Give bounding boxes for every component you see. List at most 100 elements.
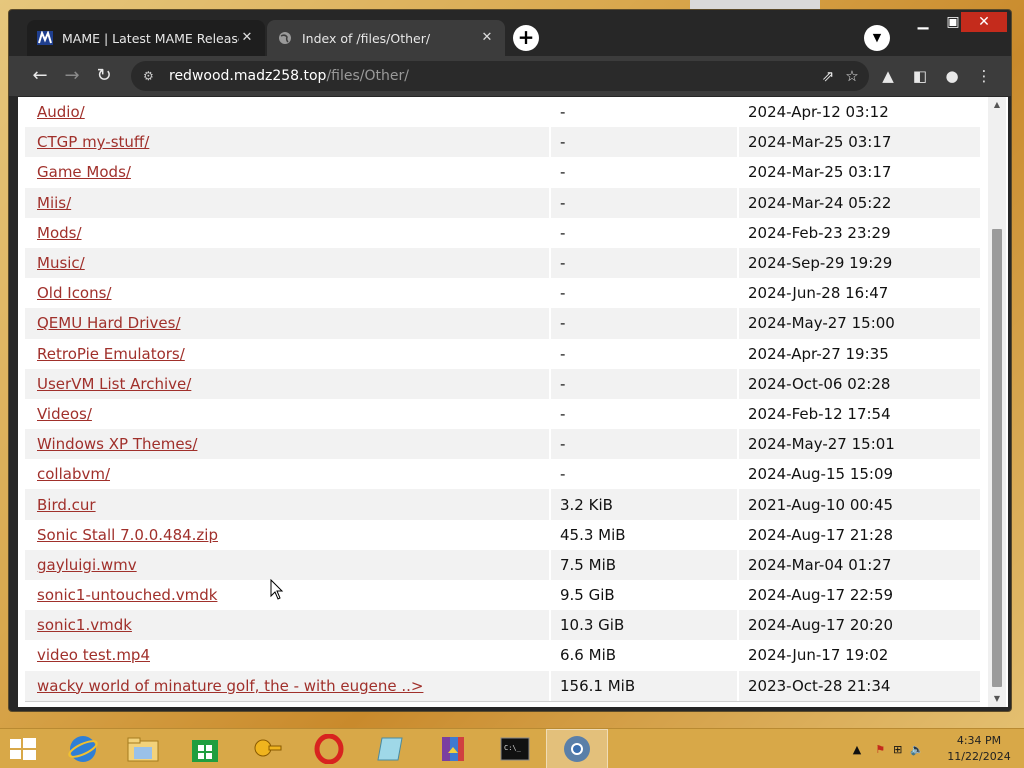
file-date-cell: 2024-Mar-24 05:22 [748,193,892,212]
close-window-button[interactable]: ✕ [961,12,1007,32]
table-row: Mods/ -2024-Feb-23 23:29 [25,217,980,248]
file-link[interactable]: Audio/ [37,103,85,121]
taskbar-opera[interactable] [298,729,360,768]
file-link[interactable]: Videos/ [37,405,92,423]
table-bottom-border [25,701,980,702]
file-size-cell: 45.3 MiB [549,519,739,550]
file-name-cell: sonic1-untouched.vmdk [25,580,549,610]
file-link[interactable]: Music/ [37,254,85,272]
vertical-scrollbar[interactable]: ▲ ▼ [988,97,1006,707]
side-panel-button[interactable]: ◧ [909,63,931,89]
file-link[interactable]: wacky world of minature golf, the - with… [37,677,423,695]
file-link[interactable]: sonic1.vmdk [37,616,132,634]
flask-icon: ▲ [882,67,894,85]
file-size-cell: - [549,217,739,248]
tab-search-button[interactable]: ▼ [864,25,890,51]
menu-button[interactable]: ⋮ [973,63,995,89]
reload-button[interactable]: ↻ [91,63,117,89]
start-button[interactable] [8,736,38,762]
plus-icon: + [517,25,535,49]
file-link[interactable]: Mods/ [37,224,82,242]
tab-close-icon[interactable]: ✕ [479,30,495,46]
bookmark-button[interactable]: ☆ [841,63,863,89]
file-link[interactable]: Miis/ [37,194,71,212]
file-name-cell: UserVM List Archive/ [25,369,549,399]
file-link[interactable]: UserVM List Archive/ [37,375,191,393]
opera-icon [314,734,344,764]
file-link[interactable]: Windows XP Themes/ [37,435,197,453]
share-button[interactable]: ⇗ [817,63,839,89]
file-name-cell: RetroPie Emulators/ [25,339,549,369]
file-date-cell: 2024-Apr-12 03:12 [748,103,889,122]
file-name-cell: Videos/ [25,399,549,429]
file-link[interactable]: gayluigi.wmv [37,556,137,574]
url-path: /files/Other/ [326,68,409,84]
taskbar-store[interactable] [174,729,236,768]
table-row: Old Icons/ -2024-Jun-28 16:47 [25,278,980,309]
taskbar-command-prompt[interactable]: C:\_ [484,729,546,768]
table-row: gayluigi.wmv 7.5 MiB 2024-Mar-04 01:27 [25,549,980,580]
url-host: redwood.madz258.top [169,68,327,84]
file-date-cell: 2024-Aug-17 22:59 [748,586,894,605]
tab-close-icon[interactable]: ✕ [239,30,255,46]
chevron-down-icon: ▼ [872,31,882,44]
taskbar-clock[interactable]: 4:34 PM 11/22/2024 [944,733,1014,765]
action-center-flag-icon[interactable]: ⚑ [875,743,885,756]
file-link[interactable]: Sonic Stall 7.0.0.484.zip [37,526,218,544]
file-date-cell: 2024-Mar-25 03:17 [748,133,892,152]
profile-button[interactable]: ● [941,63,963,89]
scroll-up-icon[interactable]: ▲ [992,100,1002,110]
clock-time: 4:34 PM [956,734,1002,747]
file-link[interactable]: collabvm/ [37,465,110,483]
file-link[interactable]: CTGP my-stuff/ [37,133,149,151]
page-viewport[interactable]: Audio/-2024-Apr-12 03:12 CTGP my-stuff/-2… [18,97,1008,707]
table-row: Sonic Stall 7.0.0.484.zip 45.3 MiB 2024-Au… [25,519,980,550]
network-icon[interactable]: ⊞ [893,743,902,756]
site-info-icon[interactable]: ⚙ [143,69,157,83]
scroll-down-icon[interactable]: ▼ [992,694,1002,704]
browser-toolbar: ← → ↻ ⚙ redwood.madz258.top/files/Other/… [9,56,1011,96]
taskbar-winrar[interactable] [422,729,484,768]
file-name-cell: Game Mods/ [25,157,549,187]
svg-text:C:\_: C:\_ [504,744,522,752]
internet-explorer-icon [68,736,98,762]
tab-mame[interactable]: MAME | Latest MAME Release ✕ [27,20,265,56]
minimize-button[interactable]: ▁ [907,12,939,32]
file-link[interactable]: video test.mp4 [37,646,150,664]
close-icon: ✕ [978,14,990,30]
taskbar-notepad[interactable] [360,729,422,768]
file-date-cell: 2024-Aug-17 20:20 [748,616,894,635]
file-size-cell: 10.3 GiB [549,610,739,641]
taskbar: C:\_ ▲ ⚑ ⊞ 🔈 4:34 PM 11/22/2024 [0,728,1024,768]
file-name-cell: Music/ [25,248,549,278]
taskbar-ie[interactable] [52,729,114,768]
file-name-cell: Mods/ [25,218,549,248]
scrollbar-thumb[interactable] [992,229,1002,687]
file-link[interactable]: Bird.cur [37,496,96,514]
table-row: Game Mods/ -2024-Mar-25 03:17 [25,157,980,188]
tab-index-of-files[interactable]: Index of /files/Other/ ✕ [267,20,505,56]
taskbar-chrome[interactable] [546,729,608,768]
labs-button[interactable]: ▲ [877,63,899,89]
store-icon [192,740,218,762]
file-link[interactable]: QEMU Hard Drives/ [37,314,181,332]
chevron-up-icon[interactable]: ▲ [853,743,861,756]
forward-button[interactable]: → [59,63,85,89]
new-tab-button[interactable]: + [513,25,539,51]
file-name-cell: wacky world of minature golf, the - with… [25,671,549,701]
file-date-cell: 2021-Aug-10 00:45 [748,495,894,514]
taskbar-app-key[interactable] [236,729,298,768]
file-link[interactable]: Game Mods/ [37,163,131,181]
back-button[interactable]: ← [27,63,53,89]
file-link[interactable]: sonic1-untouched.vmdk [37,586,217,604]
address-bar[interactable]: ⚙ redwood.madz258.top/files/Other/ [131,61,869,91]
notepad-icon [377,737,403,761]
browser-icon [564,736,590,762]
volume-icon[interactable]: 🔈 [910,743,924,756]
file-name-cell: Miis/ [25,188,549,218]
kebab-menu-icon: ⋮ [976,67,992,85]
file-name-cell: Bird.cur [25,489,549,519]
taskbar-file-explorer[interactable] [112,729,174,768]
file-link[interactable]: Old Icons/ [37,284,112,302]
file-link[interactable]: RetroPie Emulators/ [37,345,185,363]
